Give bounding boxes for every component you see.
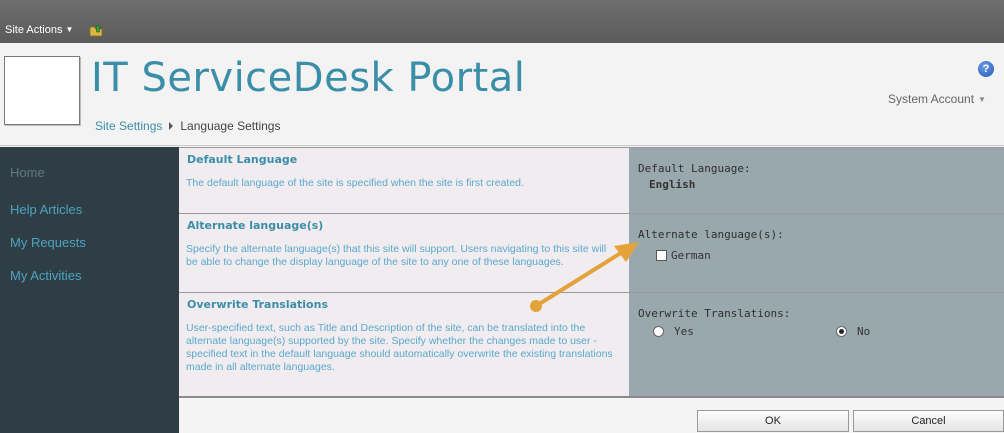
nav-item-my-requests[interactable]: My Requests (10, 235, 86, 250)
section-description-panel: Overwrite Translations User-specified te… (179, 293, 629, 396)
account-name: System Account (888, 92, 975, 106)
section-description: User-specified text, such as Title and D… (186, 322, 613, 373)
section-title: Default Language (187, 153, 298, 166)
no-radio[interactable] (836, 326, 847, 337)
alternate-languages-label: Alternate language(s): (638, 228, 784, 241)
yes-radio[interactable] (653, 326, 664, 337)
nav-item-help-articles[interactable]: Help Articles (10, 202, 82, 217)
account-menu[interactable]: System Account ▼ (888, 92, 986, 106)
ribbon-bar: Site Actions ▼ (0, 0, 1004, 43)
no-label: No (857, 325, 871, 338)
section-alternate-languages: Alternate language(s) Specify the altern… (179, 213, 1004, 292)
chevron-right-icon (169, 122, 174, 130)
site-header: IT ServiceDesk Portal ? System Account ▼ … (0, 43, 1004, 146)
breadcrumb: Site Settings Language Settings (95, 119, 280, 133)
section-control-panel: Alternate language(s): German (629, 214, 1004, 292)
site-actions-label: Site Actions (5, 24, 63, 36)
default-language-value: English (649, 178, 696, 191)
default-language-label: Default Language: (638, 162, 751, 175)
german-label: German (671, 249, 711, 262)
breadcrumb-site-settings[interactable]: Site Settings (95, 119, 162, 133)
section-description: Specify the alternate language(s) that t… (186, 243, 607, 268)
site-actions-menu[interactable]: Site Actions ▼ (5, 24, 73, 36)
overwrite-option-no[interactable]: No (836, 325, 870, 338)
nav-item-home[interactable]: Home (10, 165, 45, 180)
site-title[interactable]: IT ServiceDesk Portal (91, 55, 525, 101)
section-control-panel: Default Language: English (629, 148, 1004, 213)
section-description-panel: Alternate language(s) Specify the altern… (179, 214, 629, 292)
site-logo[interactable] (4, 56, 80, 125)
cancel-button[interactable]: Cancel (853, 410, 1004, 432)
help-icon[interactable]: ? (978, 61, 994, 77)
left-navigation: Home Help Articles My Requests My Activi… (0, 147, 179, 433)
section-title: Alternate language(s) (187, 219, 324, 232)
overwrite-option-yes[interactable]: Yes (653, 325, 694, 338)
section-title: Overwrite Translations (187, 298, 328, 311)
section-default-language: Default Language The default language of… (179, 147, 1004, 213)
folder-up-icon[interactable] (89, 24, 104, 37)
nav-item-my-activities[interactable]: My Activities (10, 268, 82, 283)
overwrite-translations-label: Overwrite Translations: (638, 307, 791, 320)
language-option-german[interactable]: German (656, 249, 711, 262)
section-overwrite-translations: Overwrite Translations User-specified te… (179, 292, 1004, 396)
ok-button[interactable]: OK (697, 410, 849, 432)
yes-label: Yes (674, 325, 694, 338)
section-control-panel: Overwrite Translations: Yes No (629, 293, 1004, 396)
section-description-panel: Default Language The default language of… (179, 148, 629, 213)
german-checkbox[interactable] (656, 250, 667, 261)
main-content: Default Language The default language of… (179, 147, 1004, 433)
chevron-down-icon: ▼ (978, 95, 986, 104)
breadcrumb-current: Language Settings (180, 119, 281, 133)
chevron-down-icon: ▼ (65, 25, 74, 34)
section-description: The default language of the site is spec… (186, 177, 524, 189)
